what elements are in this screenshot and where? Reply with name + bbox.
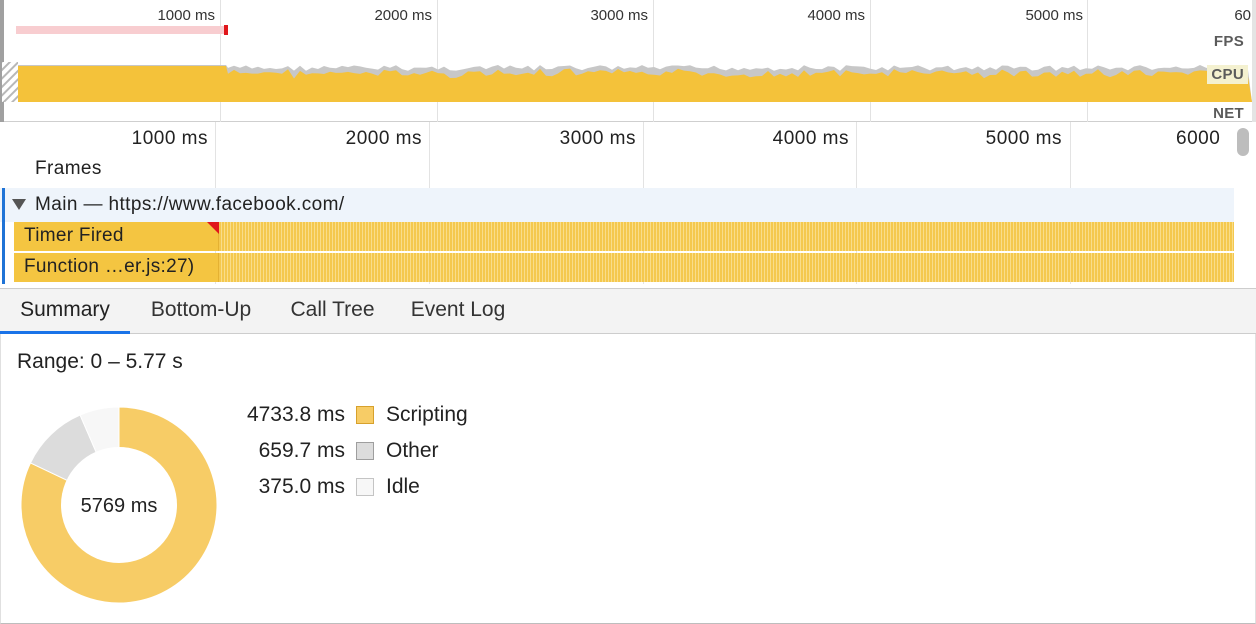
tab-event-log[interactable]: Event Log [400,289,516,334]
legend-name: Other [386,439,439,462]
idle-swatch [356,478,374,496]
legend-value: 659.7 ms [258,439,345,462]
fps-bar [16,26,228,34]
summary-panel: Range: 0 – 5.77 s 5769 ms 4733.8 ms Scri… [0,334,1256,624]
flame-tick: 4000 ms [772,128,849,149]
event-stripes[interactable] [219,253,1234,282]
flame-row-timer-fired[interactable]: Timer Fired [14,222,1234,251]
overview-tick: 5000 ms [1025,7,1083,24]
idle-hatch [2,62,18,102]
fps-label: FPS [1213,33,1244,50]
timeline-overview[interactable]: 1000 ms 2000 ms 3000 ms 4000 ms 5000 ms … [0,0,1256,122]
range-label: Range: 0 – 5.77 s [17,350,183,373]
cpu-activity-graph [2,62,1252,102]
flame-tick: 1000 ms [131,128,208,149]
long-task-warning-flag [207,222,219,234]
flame-scrollbar-thumb[interactable] [1237,128,1249,156]
legend-row-idle: 375.0 ms Idle [201,475,521,499]
legend-row-scripting: 4733.8 ms Scripting [201,403,521,427]
overview-tick: 1000 ms [157,7,215,24]
flame-tick: 3000 ms [559,128,636,149]
tab-bottom-up[interactable]: Bottom-Up [135,289,267,334]
frames-track-label[interactable]: Frames [35,158,102,180]
scripting-swatch [356,406,374,424]
flame-row-function-call[interactable]: Function …er.js:27) [14,253,1234,282]
legend-name: Idle [386,475,420,498]
total-time-label: 5769 ms [81,495,158,517]
legend-value: 375.0 ms [258,475,345,498]
overview-tick: 3000 ms [590,7,648,24]
cpu-label: CPU [1207,65,1248,84]
net-label: NET [1213,105,1244,122]
event-label: Function …er.js:27) [24,256,195,277]
flame-tick: 5000 ms [985,128,1062,149]
flame-chart[interactable]: 1000 ms 2000 ms 3000 ms 4000 ms 5000 ms … [0,122,1256,288]
event-label: Timer Fired [24,225,124,246]
overview-tick: 4000 ms [807,7,865,24]
main-thread-label[interactable]: Main — https://www.facebook.com/ [35,194,345,216]
timer-fired-event[interactable]: Timer Fired [14,222,219,251]
flame-tick: 6000 [1176,128,1221,149]
overview-tick: 2000 ms [374,7,432,24]
flame-tick: 2000 ms [345,128,422,149]
legend-row-other: 659.7 ms Other [201,439,521,463]
event-stripes[interactable] [219,222,1234,251]
summary-pie-chart: 5769 ms [20,406,218,604]
function-call-event[interactable]: Function …er.js:27) [14,253,219,282]
main-track-selection-accent [2,188,5,284]
other-swatch [356,442,374,460]
details-tab-bar: Summary Bottom-Up Call Tree Event Log [0,288,1256,334]
overview-right-handle[interactable] [1252,0,1256,122]
tab-summary[interactable]: Summary [0,289,130,334]
tab-call-tree[interactable]: Call Tree [280,289,385,334]
legend-value: 4733.8 ms [246,403,345,426]
overview-tick: 60 [1234,7,1251,24]
fps-marker [224,25,228,35]
expand-triangle-icon[interactable] [12,199,26,210]
legend-name: Scripting [386,403,468,426]
